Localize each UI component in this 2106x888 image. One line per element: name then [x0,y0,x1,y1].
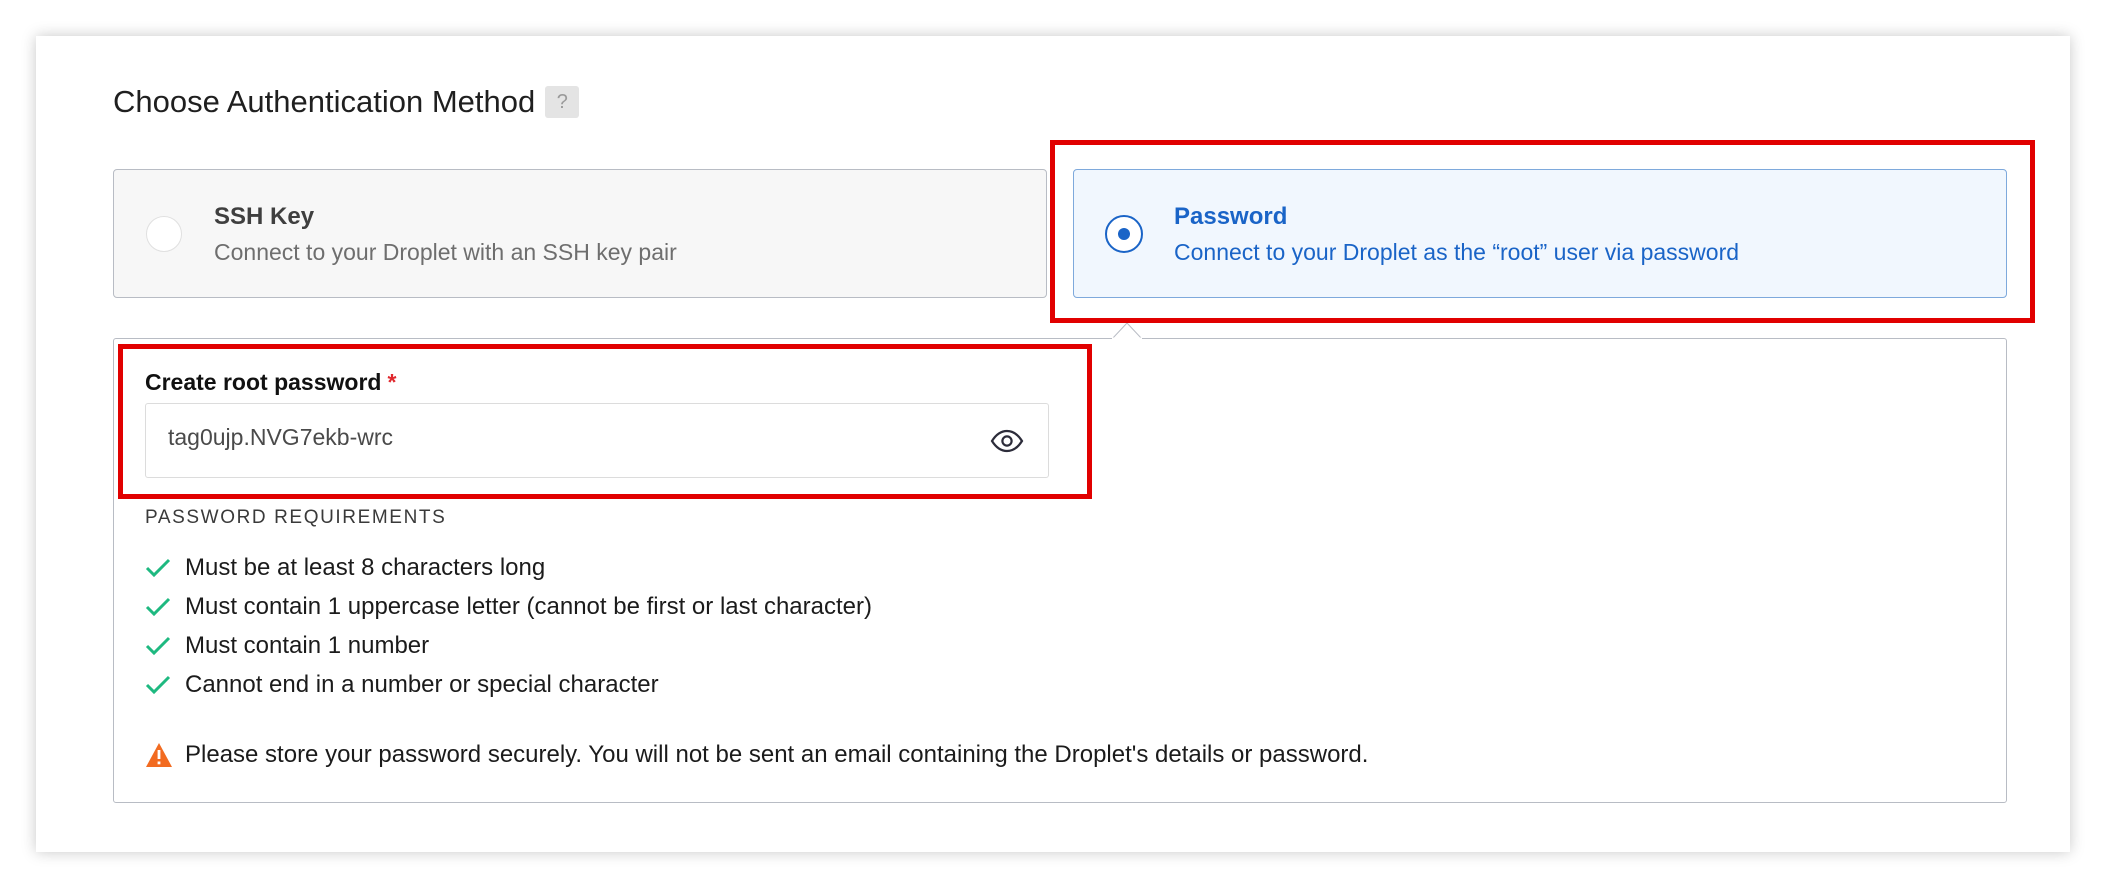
panel-pointer-caret [1112,322,1142,339]
requirement-item: Must be at least 8 characters long [145,548,872,587]
checkmark-icon [145,636,171,655]
checkmark-icon [145,597,171,616]
requirement-item: Cannot end in a number or special charac… [145,665,872,704]
section-header: Choose Authentication Method ? [113,84,580,120]
auth-option-ssh-key[interactable]: SSH Key Connect to your Droplet with an … [113,169,1047,298]
auth-option-text: SSH Key Connect to your Droplet with an … [214,200,677,270]
radio-unselected-icon[interactable] [146,216,182,252]
section-title: Choose Authentication Method [113,84,536,119]
eye-icon[interactable] [990,428,1024,454]
requirement-text: Cannot end in a number or special charac… [185,670,659,698]
help-icon[interactable]: ? [545,86,580,118]
requirement-text: Must contain 1 uppercase letter (cannot … [185,592,872,620]
auth-option-description: Connect to your Droplet with an SSH key … [214,239,677,265]
password-field-label: Create root password * [145,369,396,396]
auth-option-title: SSH Key [214,203,315,230]
warning-text: Please store your password securely. You… [185,741,1369,768]
root-password-input[interactable]: tag0ujp.NVG7ekb-wrc [145,403,1049,478]
requirement-item: Must contain 1 uppercase letter (cannot … [145,587,872,626]
required-marker: * [387,369,397,395]
auth-option-password[interactable]: Password Connect to your Droplet as the … [1073,169,2007,298]
requirement-text: Must be at least 8 characters long [185,553,546,581]
checkmark-icon [145,558,171,577]
password-label-text: Create root password [145,369,382,395]
security-warning: Please store your password securely. You… [145,741,1368,769]
auth-option-description: Connect to your Droplet as the “root” us… [1174,239,1740,265]
checkmark-icon [145,675,171,694]
requirement-text: Must contain 1 number [185,631,430,659]
requirements-heading: PASSWORD REQUIREMENTS [145,507,447,528]
requirement-item: Must contain 1 number [145,626,872,665]
warning-triangle-icon [146,743,172,767]
requirements-list: Must be at least 8 characters long Must … [145,548,872,704]
auth-option-text: Password Connect to your Droplet as the … [1174,200,1739,270]
password-input-value[interactable]: tag0ujp.NVG7ekb-wrc [168,424,393,451]
auth-option-title: Password [1174,203,1288,230]
radio-selected-icon[interactable] [1105,215,1143,253]
